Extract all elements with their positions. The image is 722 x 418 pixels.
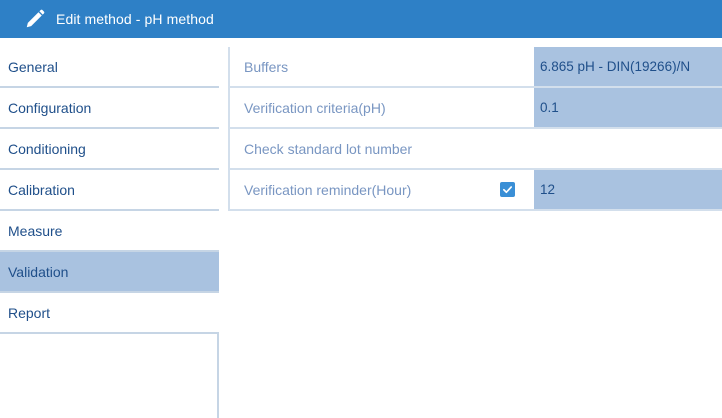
nav-item-configuration[interactable]: Configuration [0, 88, 219, 129]
check-icon [503, 186, 512, 194]
nav-item-measure[interactable]: Measure [0, 211, 219, 252]
check-standard-lot-label: Check standard lot number [244, 140, 413, 157]
verification-criteria-input[interactable]: 0.1 [534, 88, 722, 127]
verification-reminder-checkbox[interactable] [500, 182, 515, 197]
verification-reminder-row: Verification reminder(Hour) 12 [228, 170, 722, 211]
buffers-label: Buffers [244, 58, 289, 75]
verification-reminder-label: Verification reminder(Hour) [244, 181, 412, 198]
verification-criteria-label: Verification criteria(pH) [244, 99, 386, 116]
edit-method-window: Edit method - pH method General Configur… [0, 0, 722, 418]
check-standard-lot-row[interactable]: Check standard lot number [228, 129, 722, 170]
validation-settings: Buffers 6.865 pH - DIN(19266)/N Verifica… [228, 47, 722, 418]
nav-item-report[interactable]: Report [0, 293, 219, 334]
window-title: Edit method - pH method [56, 11, 214, 27]
nav-item-validation[interactable]: Validation [0, 252, 219, 293]
verification-criteria-row: Verification criteria(pH) 0.1 [228, 88, 722, 129]
pencil-icon [26, 9, 45, 28]
method-sections-nav: General Configuration Conditioning Calib… [0, 47, 219, 418]
nav-item-conditioning[interactable]: Conditioning [0, 129, 219, 170]
verification-reminder-input[interactable]: 12 [534, 170, 722, 209]
buffers-select[interactable]: 6.865 pH - DIN(19266)/N [534, 47, 722, 86]
nav-item-calibration[interactable]: Calibration [0, 170, 219, 211]
nav-item-general[interactable]: General [0, 47, 219, 88]
title-bar: Edit method - pH method [0, 0, 722, 38]
buffers-row: Buffers 6.865 pH - DIN(19266)/N [228, 47, 722, 88]
